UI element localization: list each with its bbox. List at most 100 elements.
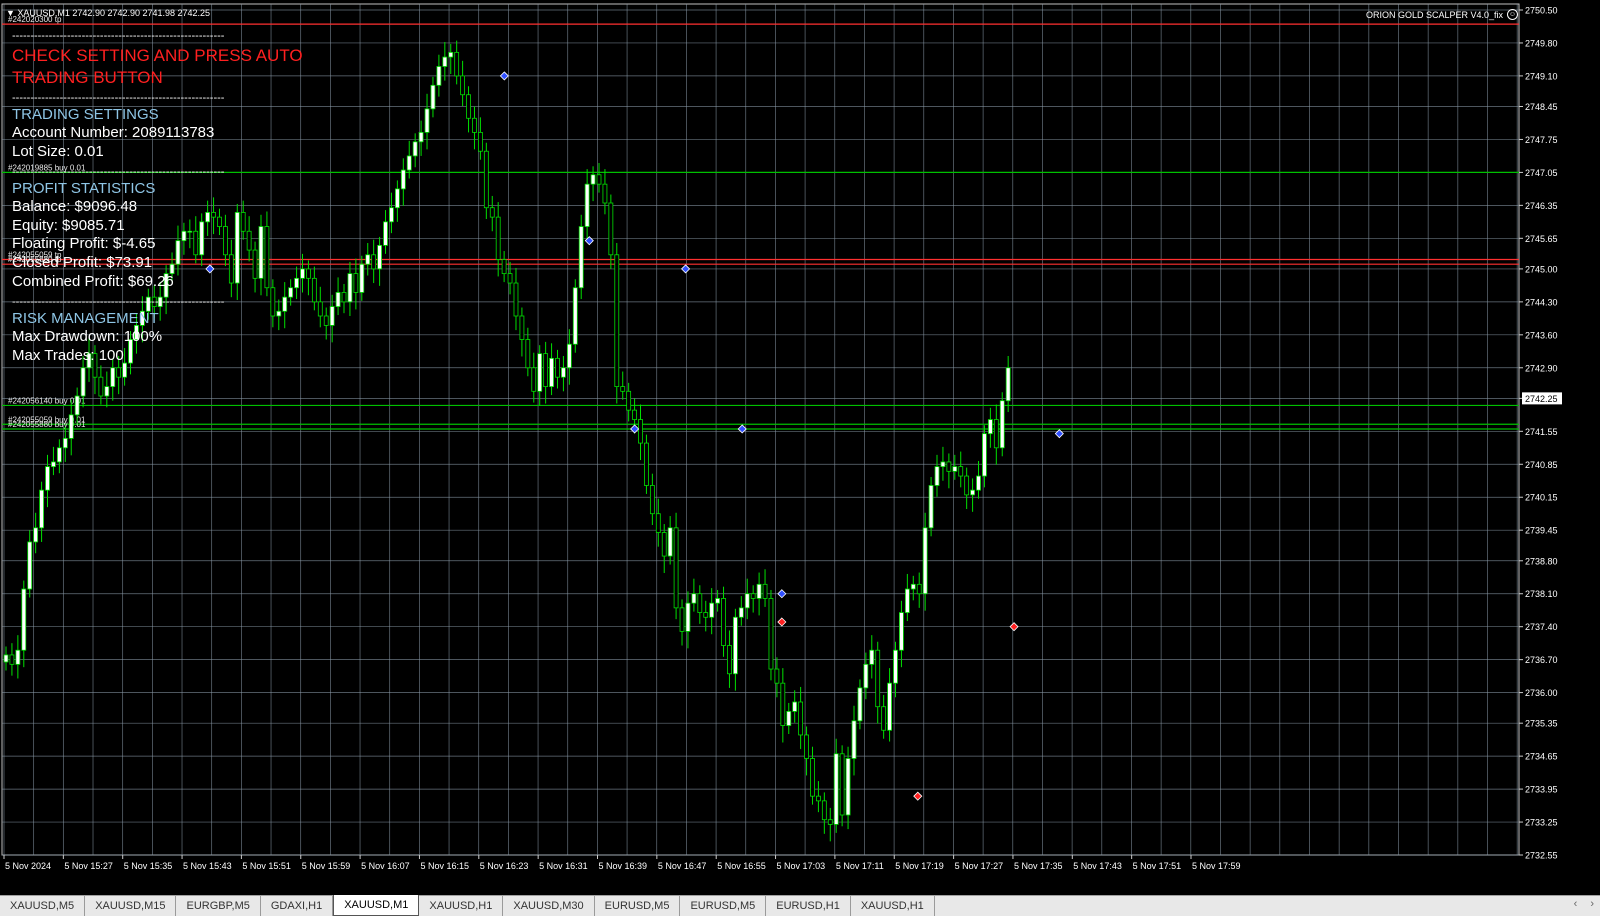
candle-bull xyxy=(412,141,418,157)
candle-bull xyxy=(359,263,365,293)
candle-bull xyxy=(756,583,762,599)
time-label: 5 Nov 16:31 xyxy=(539,861,588,871)
candle-bear xyxy=(608,202,614,256)
candle-bear xyxy=(673,527,679,609)
price-label: 2749.80 xyxy=(1525,38,1558,48)
tab-nav: ‹ › xyxy=(1564,898,1594,910)
ea-info-panel: ----------------------------------------… xyxy=(12,29,332,365)
candle-bear xyxy=(454,51,460,77)
candle-bull xyxy=(709,602,715,618)
tab-eurgbp-m5[interactable]: EURGBP,M5 xyxy=(176,896,261,916)
candle-bear xyxy=(839,753,845,816)
separator: ----------------------------------------… xyxy=(12,92,225,103)
candle-bull xyxy=(424,108,430,133)
candle-bull xyxy=(110,367,116,388)
price-label: 2738.10 xyxy=(1525,589,1558,599)
candle-bear xyxy=(614,254,620,388)
candle-bull xyxy=(377,244,382,270)
candle-bear xyxy=(964,475,970,496)
price-label: 2736.70 xyxy=(1525,655,1558,665)
price-label: 2733.95 xyxy=(1525,785,1558,795)
tab-xauusd-m5[interactable]: XAUUSD,M5 xyxy=(0,896,86,916)
tab-eurusd-m5[interactable]: EURUSD,M5 xyxy=(680,896,767,916)
price-label: 2747.75 xyxy=(1525,135,1558,145)
smiley-icon[interactable]: ☺ xyxy=(1507,9,1518,20)
tab-eurusd-m5[interactable]: EURUSD,M5 xyxy=(595,896,681,916)
tab-eurusd-h1[interactable]: EURUSD,H1 xyxy=(766,896,851,916)
candle-bull xyxy=(39,489,44,529)
candle-bear xyxy=(626,390,632,411)
candle-bear xyxy=(798,701,804,736)
tab-xauusd-h1[interactable]: XAUUSD,H1 xyxy=(419,896,504,916)
candle-bull xyxy=(934,466,940,486)
candle-bull xyxy=(406,155,412,171)
candle-bull xyxy=(584,183,590,227)
candle-bear xyxy=(596,174,602,185)
candle-bull xyxy=(845,758,851,816)
candle-bull xyxy=(899,612,904,651)
tab-xauusd-m1[interactable]: XAUUSD,M1 xyxy=(333,895,420,916)
candle-bear xyxy=(555,357,560,378)
price-label: 2745.65 xyxy=(1525,234,1558,244)
candle-bear xyxy=(946,461,952,472)
closed-profit: Closed Profit: $73.91 xyxy=(12,253,153,271)
candle-bear xyxy=(353,273,359,293)
chevron-right-icon[interactable]: › xyxy=(1590,898,1594,910)
candle-bull xyxy=(952,466,958,472)
candle-bull xyxy=(442,56,448,67)
time-label: 5 Nov 16:47 xyxy=(658,861,707,871)
candle-bull xyxy=(15,649,21,665)
candle-bull xyxy=(21,588,27,651)
candle-bear xyxy=(881,706,887,731)
candle-bear xyxy=(780,682,786,726)
chevron-left-icon[interactable]: ‹ xyxy=(1574,898,1578,910)
candle-bear xyxy=(477,131,483,152)
candle-bear xyxy=(9,654,15,665)
candle-bull xyxy=(3,654,9,663)
candle-bear xyxy=(661,532,667,557)
time-label: 5 Nov 16:55 xyxy=(717,861,766,871)
price-label: 2739.45 xyxy=(1525,526,1558,536)
candle-bear xyxy=(371,254,377,270)
candle-bear xyxy=(875,649,881,708)
time-label: 5 Nov 15:51 xyxy=(242,861,291,871)
tab-xauusd-m15[interactable]: XAUUSD,M15 xyxy=(85,896,177,916)
price-label: 2742.90 xyxy=(1525,363,1558,373)
time-label: 5 Nov 16:23 xyxy=(480,861,529,871)
candle-bear xyxy=(602,183,608,204)
risk-management-title: RISK MANAGEMENT xyxy=(12,310,159,328)
candle-bull xyxy=(857,687,863,722)
candle-bull xyxy=(910,583,916,590)
candle-bull xyxy=(744,593,750,609)
candle-bull xyxy=(383,221,388,246)
candle-bear xyxy=(116,367,122,378)
time-label: 5 Nov 17:35 xyxy=(1014,861,1063,871)
candle-bear xyxy=(774,668,780,684)
tab-gdaxi-h1[interactable]: GDAXI,H1 xyxy=(261,896,334,916)
chart-area[interactable]: #242020300 tp #242019885 buy 0.01 #2420550… xyxy=(0,0,1600,895)
candle-bear xyxy=(649,485,655,515)
candle-bear xyxy=(543,353,549,388)
candle-bull xyxy=(970,489,975,496)
time-label: 5 Nov 15:43 xyxy=(183,861,232,871)
candle-bull xyxy=(561,367,566,378)
trading-settings-title: TRADING SETTINGS xyxy=(12,106,159,123)
tab-xauusd-m30[interactable]: XAUUSD,M30 xyxy=(503,896,595,916)
candle-bull xyxy=(1005,367,1011,402)
candle-bull xyxy=(732,616,738,675)
candle-bear xyxy=(501,259,507,275)
candle-bear xyxy=(993,419,999,449)
tab-xauusd-h1[interactable]: XAUUSD,H1 xyxy=(851,896,935,916)
ea-name-label[interactable]: ORION GOLD SCALPER V4.0_fix ☺ xyxy=(1366,9,1518,20)
time-label: 5 Nov 17:27 xyxy=(955,861,1004,871)
price-label: 2746.35 xyxy=(1525,201,1558,211)
candle-bull xyxy=(869,649,875,665)
candle-bull xyxy=(851,720,857,759)
auto-trading-warning: CHECK SETTING AND PRESS AUTO TRADING BUT… xyxy=(12,46,303,87)
time-label: 5 Nov 15:59 xyxy=(302,861,351,871)
time-label: 5 Nov 2024 xyxy=(5,861,51,871)
price-label: 2741.55 xyxy=(1525,427,1558,437)
max-drawdown: Max Drawdown: 100% xyxy=(12,328,163,346)
lot-size: Lot Size: 0.01 xyxy=(12,142,104,160)
time-label: 5 Nov 17:51 xyxy=(1133,861,1182,871)
